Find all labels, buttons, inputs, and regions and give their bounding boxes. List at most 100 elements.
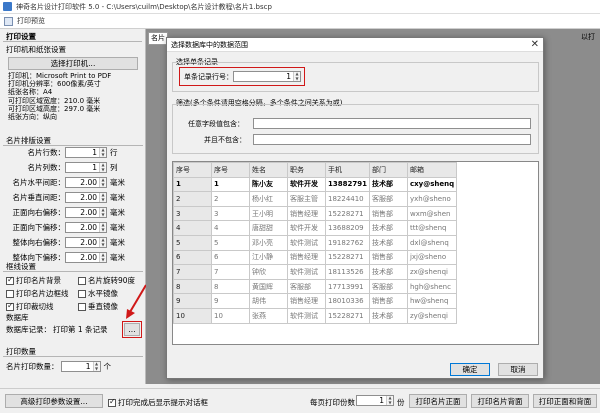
field-h-spacing: 名片水平间距： 2.00 ▲ ▼ 毫米 <box>0 177 125 188</box>
table-row[interactable]: 7 7 钟欣 软件测试 18113526 技术部 zx@shenqi <box>173 264 458 280</box>
table-cell: 技术部 <box>368 307 408 324</box>
print-border-checkbox[interactable]: 打印名片边框线 <box>6 288 78 299</box>
single-record-label: 单条记录行号： <box>183 72 234 82</box>
v-spacing-stepper[interactable]: 2.00 ▲ ▼ <box>65 192 107 203</box>
table-cell: 销售经理 <box>287 205 326 222</box>
per-page-unit: 份 <box>397 398 405 407</box>
field-all-right: 整体向右偏移： 2.00 ▲ ▼ 毫米 <box>0 237 125 248</box>
column-header[interactable]: 部门 <box>368 162 408 178</box>
column-header[interactable]: 邮箱 <box>406 162 458 178</box>
all-right-stepper[interactable]: 2.00 ▲ ▼ <box>65 237 107 248</box>
table-cell: 技术部 <box>368 220 408 236</box>
table-cell: 江小静 <box>249 249 288 266</box>
field-label: 名片行数： <box>27 148 66 157</box>
ok-button[interactable]: 确定 <box>450 363 490 376</box>
print-back-button[interactable]: 打印名片背面 <box>471 394 529 408</box>
show-tip-checkbox[interactable]: 打印完成后显示提示对话框 <box>108 397 208 408</box>
table-cell: 张燕 <box>249 307 288 324</box>
excludes-label: 并且不包含： <box>203 135 247 145</box>
table-cell: 9 <box>211 293 250 309</box>
print-settings-heading: 打印设置 <box>3 31 142 42</box>
table-cell: 胡伟 <box>249 293 288 309</box>
qty-label: 名片打印数量： <box>6 362 59 371</box>
single-record-stepper[interactable]: 1 ▲ ▼ <box>233 71 301 82</box>
table-row[interactable]: 6 6 江小静 销售经理 15228271 销售部 jxj@sheno <box>173 249 458 266</box>
table-cell: 客服部 <box>368 191 408 207</box>
preview-title: 打印预览 <box>17 17 45 25</box>
h-spacing-stepper[interactable]: 2.00 ▲ ▼ <box>65 177 107 188</box>
table-cell: 技术部 <box>368 234 408 251</box>
printer-section-heading: 打印机和纸张设置 <box>6 45 66 54</box>
table-cell: 黄国辉 <box>249 278 288 295</box>
qty-unit: 个 <box>103 362 112 371</box>
stepper-value: 2.00 <box>80 223 97 232</box>
per-page-stepper[interactable]: 1 ▲ ▼ <box>356 395 394 406</box>
close-icon[interactable]: ✕ <box>531 39 539 50</box>
frame-section-heading: 框线设置 <box>3 261 143 272</box>
column-header[interactable]: 序号 <box>211 162 250 178</box>
choose-printer-button[interactable]: 选择打印机... <box>8 57 138 70</box>
preview-tab-left[interactable]: 名片 <box>148 32 168 45</box>
table-cell: 软件开发 <box>287 220 326 236</box>
stepper-value: 1 <box>85 362 91 371</box>
table-row[interactable]: 9 9 胡伟 销售经理 18010336 销售部 hw@shenq <box>173 293 458 309</box>
table-cell: 15228271 <box>325 307 370 324</box>
stepper-value: 2.00 <box>80 208 97 217</box>
stepper-value: 1 <box>379 396 384 405</box>
table-cell: yxh@sheno <box>406 191 458 207</box>
printer-info: 打印机：Microsoft Print to PDF 打印机分辨率：600像素/… <box>8 72 137 121</box>
records-grid[interactable]: 序号 序号 姓名 职务 手机 部门 邮箱 1 1 陈小友 软件开发 138827… <box>172 161 539 345</box>
front-right-stepper[interactable]: 2.00 ▲ ▼ <box>65 207 107 218</box>
columns-stepper[interactable]: 1 ▲ ▼ <box>65 162 107 173</box>
table-row[interactable]: 10 10 张燕 软件测试 15228271 技术部 zy@shenqi <box>173 307 458 324</box>
table-row[interactable]: 2 2 杨小红 客服主管 18224410 客服部 yxh@sheno <box>173 191 458 207</box>
table-row[interactable]: 1 1 陈小友 软件开发 13882791 技术部 cxy@shenq <box>173 176 458 193</box>
table-cell: 15228271 <box>325 249 370 266</box>
front-down-stepper[interactable]: 2.00 ▲ ▼ <box>65 222 107 233</box>
db-record-value: 打印第 1 条记录 <box>53 325 108 334</box>
printer-info-line: 打印机：Microsoft Print to PDF <box>8 72 112 80</box>
qty-stepper[interactable]: 1 ▲ ▼ <box>60 361 101 372</box>
contains-input[interactable] <box>253 118 531 129</box>
field-unit: 毫米 <box>110 223 125 232</box>
print-both-button[interactable]: 打印正面和背面 <box>533 394 597 408</box>
table-cell: 18010336 <box>325 293 370 309</box>
table-cell: 1 <box>211 176 250 193</box>
column-header[interactable]: 职务 <box>287 162 326 178</box>
table-row[interactable]: 8 8 黄国辉 客服部 17713991 客服部 hgh@shenc <box>173 278 458 295</box>
cancel-button[interactable]: 取消 <box>498 363 538 376</box>
field-label: 整体向右偏移： <box>12 238 66 247</box>
grid-header-row: 序号 序号 姓名 职务 手机 部门 邮箱 <box>173 162 458 178</box>
rows-stepper[interactable]: 1 ▲ ▼ <box>65 147 107 158</box>
table-cell: 技术部 <box>368 264 408 280</box>
table-cell: 软件测试 <box>287 264 326 280</box>
print-background-checkbox[interactable]: 打印名片背景 <box>6 275 78 286</box>
field-label: 正面向下偏移： <box>12 223 66 232</box>
printer-info-line: 纸张名称：A4 <box>8 88 53 97</box>
table-row[interactable]: 3 3 王小明 销售经理 15228271 销售部 wxm@shen <box>173 205 458 222</box>
preview-tab-right[interactable]: 以打 <box>579 32 597 45</box>
field-unit: 毫米 <box>110 238 125 247</box>
table-cell: 技术部 <box>368 176 408 193</box>
table-row[interactable]: 4 4 唐甜甜 软件开发 13688209 技术部 ttt@shenq <box>173 220 458 236</box>
column-header[interactable]: 手机 <box>325 162 370 178</box>
advanced-settings-button[interactable]: 高级打印参数设置... <box>5 394 103 408</box>
column-header[interactable]: 姓名 <box>249 162 288 178</box>
table-cell: 3 <box>211 205 250 222</box>
excludes-input[interactable] <box>253 134 531 145</box>
table-cell: 2 <box>211 191 250 207</box>
db-browse-button[interactable]: ... <box>122 321 142 338</box>
row-number: 10 <box>173 307 212 324</box>
printer-info-line: 纸张方向：纵向 <box>8 113 57 122</box>
table-cell: 4 <box>211 220 250 236</box>
print-cutline-checkbox[interactable]: 打印裁切线 <box>6 301 78 312</box>
check-row: 打印名片边框线 水平镜像 <box>6 288 118 299</box>
row-number: 9 <box>173 293 212 309</box>
field-label: 名片列数： <box>27 163 66 172</box>
table-cell: 软件开发 <box>287 176 326 193</box>
print-front-button[interactable]: 打印名片正面 <box>409 394 467 408</box>
layout-section-heading: 名片排版设置 <box>3 135 143 146</box>
column-header[interactable]: 序号 <box>173 162 212 178</box>
table-row[interactable]: 5 5 邓小亮 软件测试 19182762 技术部 dxl@shenq <box>173 234 458 251</box>
table-cell: 客服部 <box>368 278 408 295</box>
